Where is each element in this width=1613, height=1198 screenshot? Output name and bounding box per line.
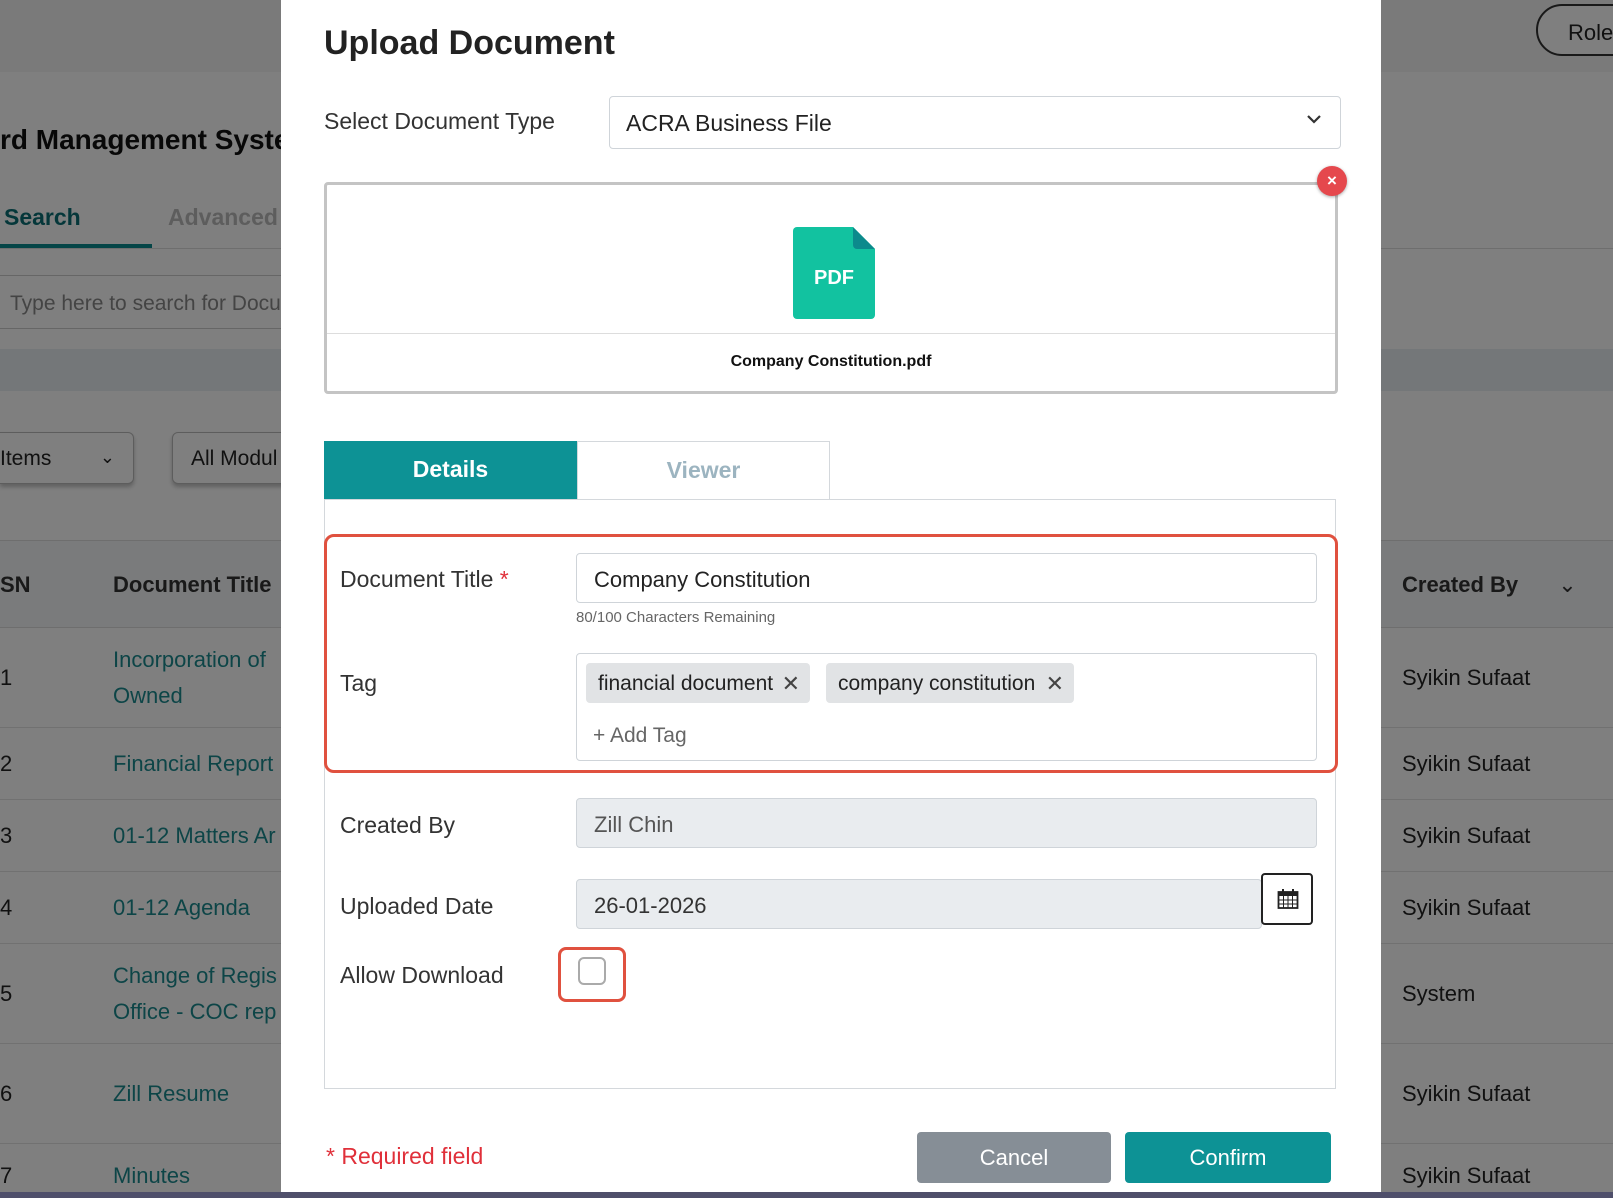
calendar-icon (1277, 889, 1299, 909)
file-preview-divider (327, 333, 1335, 334)
uploaded-file-preview: PDF Company Constitution.pdf (324, 182, 1338, 394)
confirm-button[interactable]: Confirm (1125, 1132, 1331, 1183)
modal-title: Upload Document (324, 24, 615, 62)
upload-document-modal: Upload Document Select Document Type ACR… (281, 0, 1381, 1192)
tab-details[interactable]: Details (324, 441, 577, 499)
remove-file-button[interactable]: × (1317, 166, 1347, 196)
tag-input[interactable]: financial document ✕ company constitutio… (576, 653, 1317, 761)
required-field-note: * Required field (326, 1143, 484, 1169)
remove-tag-icon[interactable]: ✕ (1046, 671, 1064, 697)
required-asterisk: * (499, 566, 509, 592)
tag-chip: company constitution ✕ (826, 663, 1074, 703)
created-by-label: Created By (340, 812, 456, 838)
bottom-edge (0, 1192, 1613, 1198)
uploaded-date-field[interactable]: 26-01-2026 (576, 879, 1262, 929)
tag-chip: financial document ✕ (586, 663, 810, 703)
tab-viewer[interactable]: Viewer (577, 441, 830, 499)
date-picker-button[interactable] (1261, 873, 1313, 925)
tag-label: Tag (340, 670, 378, 696)
pdf-icon-label: PDF (814, 267, 854, 289)
uploaded-date-label: Uploaded Date (340, 893, 494, 919)
document-type-value: ACRA Business File (626, 110, 832, 136)
document-title-label-text: Document Title (340, 566, 494, 592)
file-name: Company Constitution.pdf (730, 353, 932, 370)
document-type-select[interactable]: ACRA Business File (609, 96, 1341, 149)
pdf-file-icon: PDF (793, 227, 875, 319)
tag-chip-label: company constitution (838, 672, 1036, 695)
allow-download-label: Allow Download (340, 962, 504, 988)
tag-chip-label: financial document (598, 672, 774, 695)
chevron-down-icon (1307, 115, 1321, 124)
characters-remaining: 80/100 Characters Remaining (576, 609, 776, 626)
cancel-button[interactable]: Cancel (917, 1132, 1111, 1183)
add-tag-input[interactable]: + Add Tag (593, 724, 687, 748)
created-by-field: Zill Chin (576, 798, 1317, 848)
remove-tag-icon[interactable]: ✕ (782, 671, 800, 697)
allow-download-checkbox[interactable] (578, 957, 606, 985)
document-title-label: Document Title * (340, 566, 509, 593)
document-title-input[interactable]: Company Constitution (576, 553, 1317, 603)
document-type-label: Select Document Type (324, 108, 555, 134)
